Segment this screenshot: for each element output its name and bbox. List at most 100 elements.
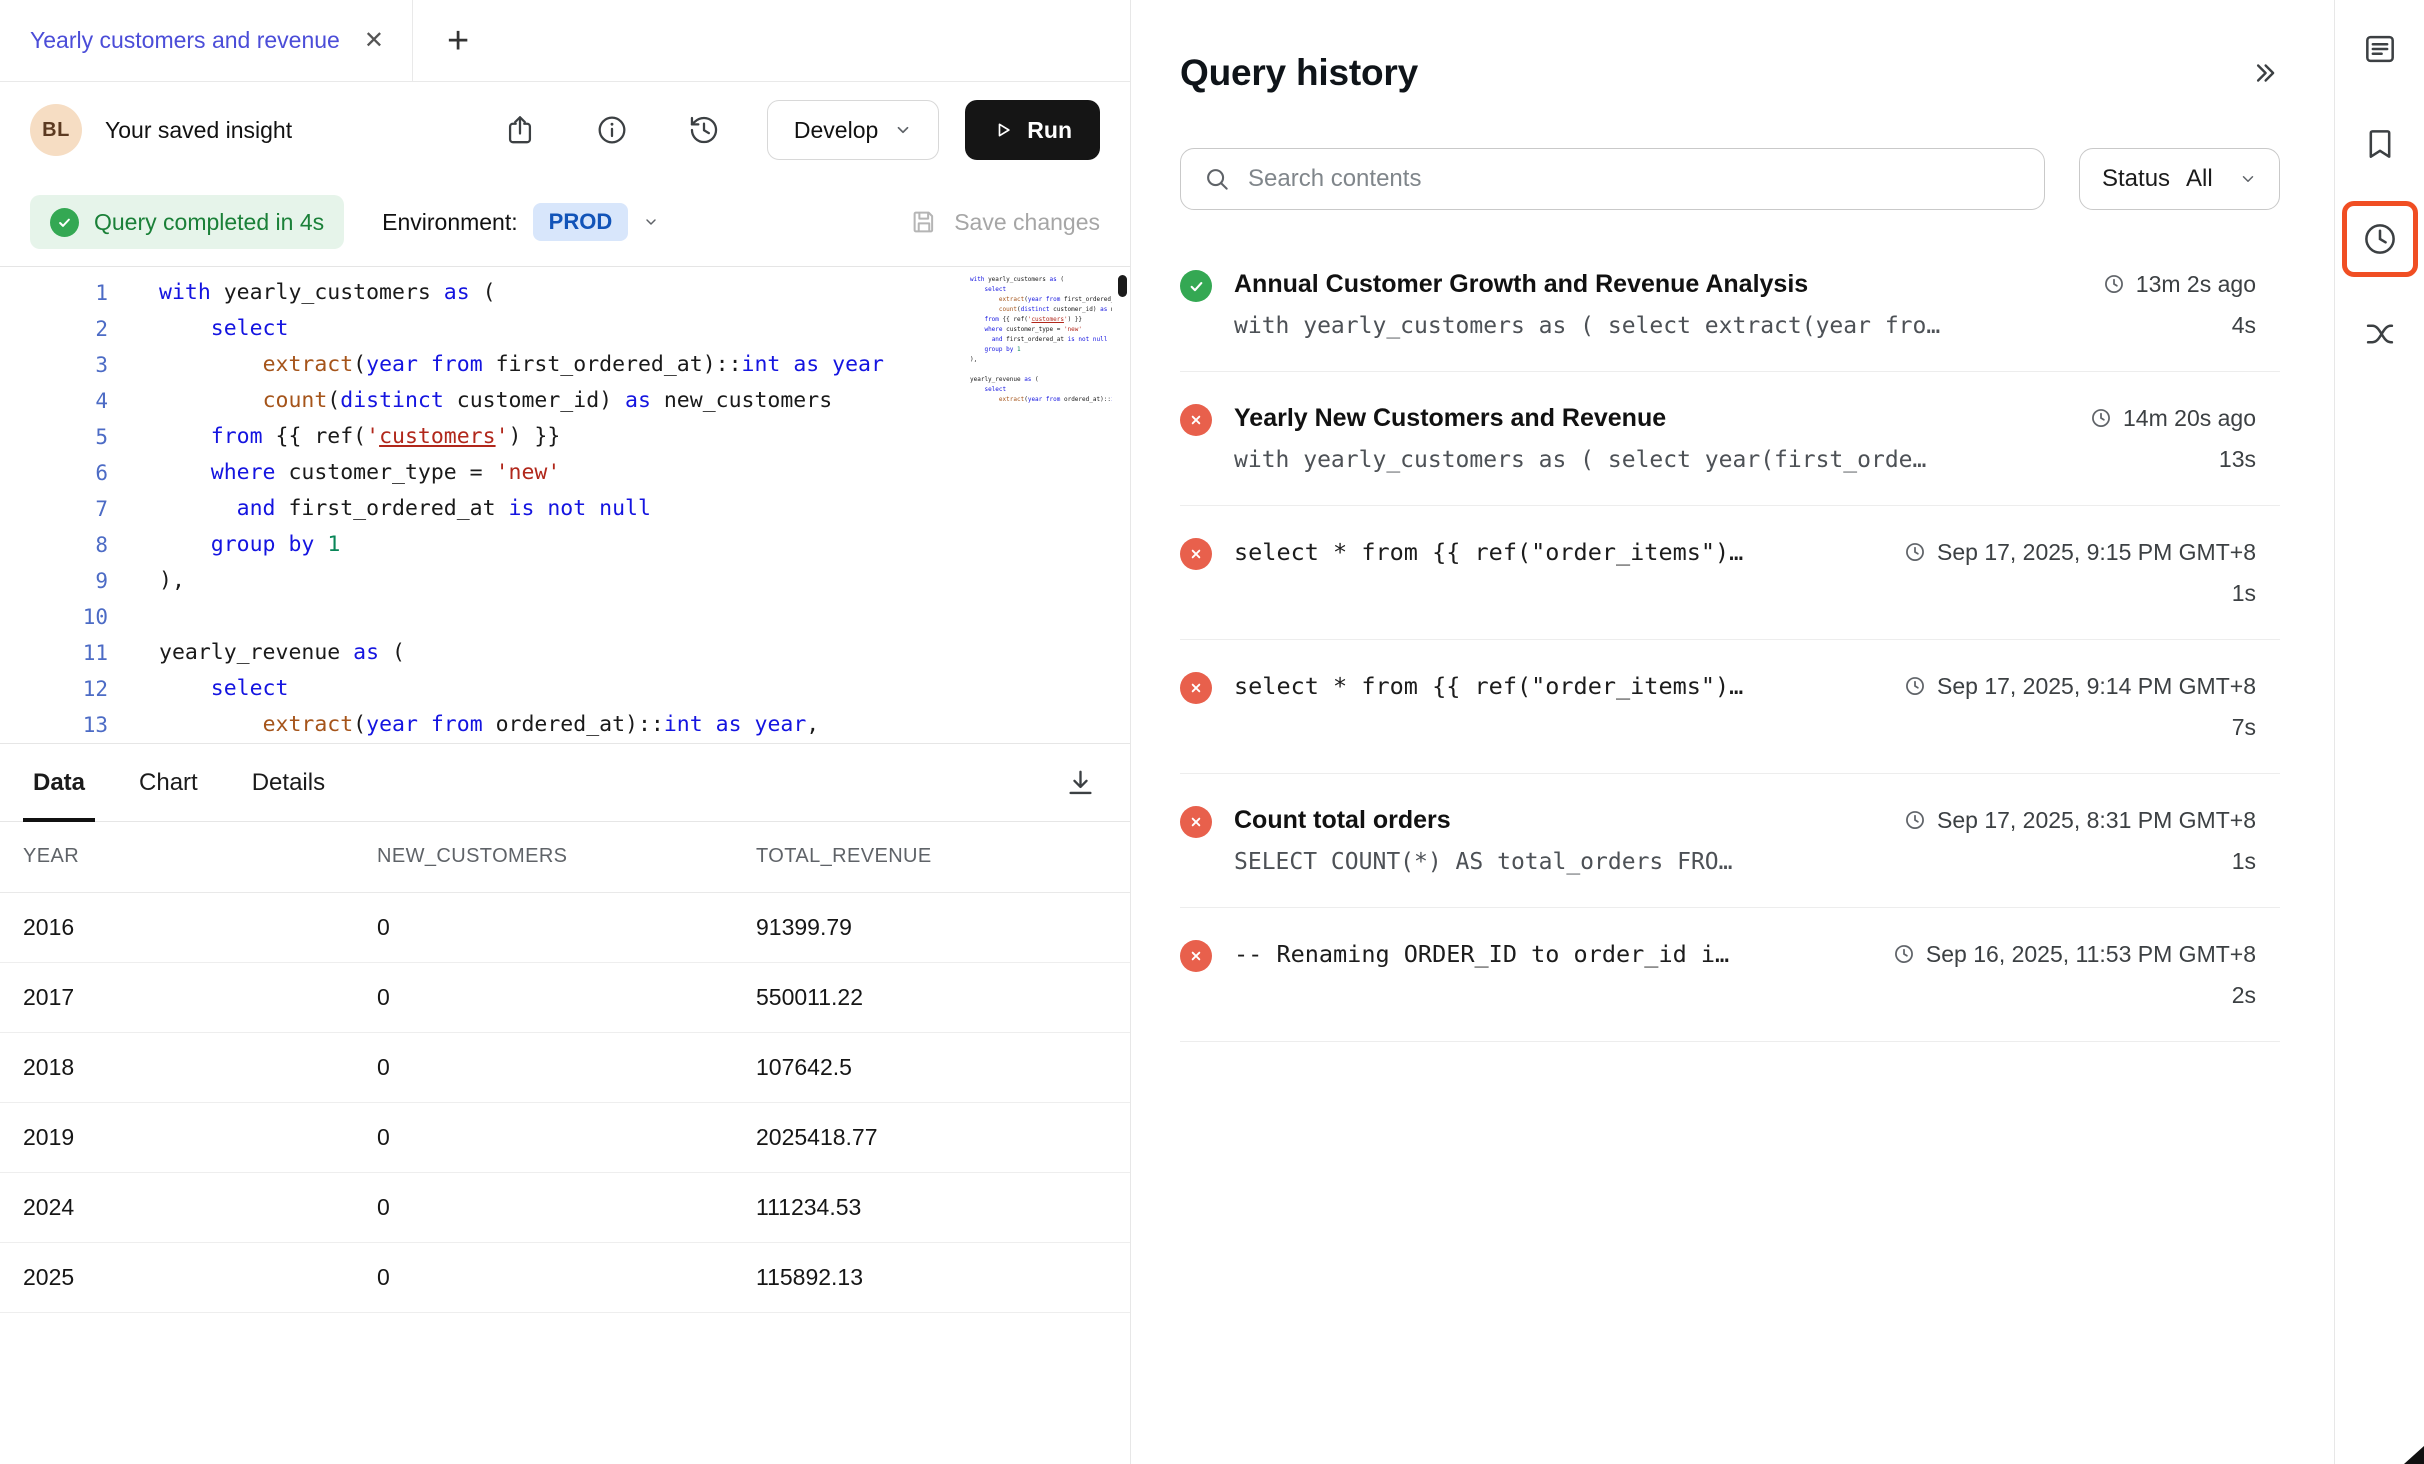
query-duration: 4s: [2103, 310, 2256, 340]
results-tab-bar: Data Chart Details: [0, 743, 1130, 822]
resize-handle[interactable]: [2404, 1446, 2424, 1464]
query-timestamp: 13m 2s ago: [2103, 268, 2256, 300]
table-cell: 0: [377, 1242, 756, 1312]
clock-icon: [2090, 407, 2112, 429]
table-row[interactable]: 2016091399.79: [0, 892, 1130, 962]
download-icon[interactable]: [1064, 766, 1097, 799]
results-table: YEARNEW_CUSTOMERSTOTAL_REVENUE 201609139…: [0, 822, 1130, 1313]
table-row[interactable]: 201902025418.77: [0, 1102, 1130, 1172]
table-cell: 2019: [0, 1102, 377, 1172]
code-line[interactable]: extract(year from ordered_at)::int as ye…: [159, 707, 1130, 743]
code-line[interactable]: [159, 599, 1130, 635]
line-number: 9: [0, 563, 108, 599]
code-line[interactable]: ),: [159, 563, 1130, 599]
line-number: 7: [0, 491, 108, 527]
code-line[interactable]: group by 1: [159, 527, 1130, 563]
code-line[interactable]: from {{ ref('customers') }}: [159, 419, 1130, 455]
table-row[interactable]: 20180107642.5: [0, 1032, 1130, 1102]
editor-scrollbar-thumb[interactable]: [1118, 275, 1127, 297]
clock-icon: [1904, 675, 1926, 697]
history-clock-icon[interactable]: [2361, 220, 2399, 258]
clock-icon: [2103, 273, 2125, 295]
table-cell: 550011.22: [756, 962, 1130, 1032]
table-cell: 0: [377, 1032, 756, 1102]
table-row[interactable]: 20250115892.13: [0, 1242, 1130, 1312]
query-title: select * from {{ ref("order_items")…: [1234, 670, 1868, 702]
share-icon[interactable]: [503, 113, 537, 147]
query-history-item[interactable]: Annual Customer Growth and Revenue Analy…: [1180, 238, 2280, 372]
document-header: BL Your saved insight Develop: [0, 82, 1130, 178]
lineage-icon[interactable]: [2361, 315, 2399, 353]
environment-value-badge: PROD: [533, 203, 629, 241]
query-history-panel: Query history Status All Annual Customer…: [1130, 0, 2334, 1464]
column-header[interactable]: TOTAL_REVENUE: [756, 822, 1130, 892]
query-history-item-main: select * from {{ ref("order_items")…: [1234, 670, 1904, 702]
table-cell: 111234.53: [756, 1172, 1130, 1242]
tab-details[interactable]: Details: [252, 744, 325, 821]
query-history-item[interactable]: select * from {{ ref("order_items")…Sep …: [1180, 506, 2280, 640]
query-meta: 14m 20s ago13s: [2090, 402, 2280, 474]
chevron-down-icon: [894, 121, 912, 139]
query-list-icon[interactable]: [2361, 30, 2399, 68]
code-line[interactable]: and first_ordered_at is not null: [159, 491, 1130, 527]
run-button[interactable]: Run: [965, 100, 1100, 160]
error-status-icon: [1180, 538, 1212, 570]
tab-close-icon[interactable]: ✕: [364, 29, 384, 53]
table-row[interactable]: 20170550011.22: [0, 962, 1130, 1032]
play-icon: [993, 120, 1013, 140]
code-line[interactable]: where customer_type = 'new': [159, 455, 1130, 491]
query-history-item-main: -- Renaming ORDER_ID to order_id i…: [1234, 938, 1893, 970]
version-history-icon[interactable]: [687, 113, 721, 147]
code-line[interactable]: yearly_revenue as (: [159, 635, 1130, 671]
query-meta: Sep 17, 2025, 9:14 PM GMT+87s: [1904, 670, 2280, 742]
query-duration: 1s: [1904, 846, 2256, 876]
status-filter-button[interactable]: Status All: [2079, 148, 2280, 210]
tab-data[interactable]: Data: [33, 744, 85, 821]
line-number: 10: [0, 599, 108, 635]
query-status-badge: Query completed in 4s: [30, 195, 344, 249]
error-status-icon: [1180, 672, 1212, 704]
query-history-item[interactable]: Count total ordersSELECT COUNT(*) AS tot…: [1180, 774, 2280, 908]
query-snippet: with yearly_customers as ( select year(f…: [1234, 445, 2054, 475]
success-status-icon: [1180, 270, 1212, 302]
column-header[interactable]: NEW_CUSTOMERS: [377, 822, 756, 892]
line-number: 11: [0, 635, 108, 671]
query-history-item-main: select * from {{ ref("order_items")…: [1234, 536, 1904, 568]
query-history-item-main: Count total ordersSELECT COUNT(*) AS tot…: [1234, 804, 1904, 877]
query-history-item[interactable]: -- Renaming ORDER_ID to order_id i…Sep 1…: [1180, 908, 2280, 1042]
query-history-item[interactable]: Yearly New Customers and Revenuewith yea…: [1180, 372, 2280, 506]
query-history-item[interactable]: select * from {{ ref("order_items")… Sep …: [1180, 640, 2280, 774]
code-line[interactable]: count(distinct customer_id) as new_custo…: [159, 383, 1130, 419]
column-header[interactable]: YEAR: [0, 822, 377, 892]
info-icon[interactable]: [595, 113, 629, 147]
save-changes-button[interactable]: Save changes: [909, 207, 1100, 237]
table-cell: 107642.5: [756, 1032, 1130, 1102]
table-cell: 115892.13: [756, 1242, 1130, 1312]
error-status-icon: [1180, 806, 1212, 838]
editor-code[interactable]: with yearly_customers as ( select extrac…: [159, 275, 1130, 743]
query-meta: Sep 16, 2025, 11:53 PM GMT+82s: [1893, 938, 2280, 1010]
line-number: 8: [0, 527, 108, 563]
search-box[interactable]: [1180, 148, 2045, 210]
sql-editor[interactable]: 12345678910111213 with yearly_customers …: [0, 266, 1130, 743]
table-row[interactable]: 20240111234.53: [0, 1172, 1130, 1242]
develop-button-label: Develop: [794, 117, 878, 144]
collapse-panel-icon[interactable]: [2250, 58, 2280, 88]
code-line[interactable]: with yearly_customers as (: [159, 275, 1130, 311]
table-cell: 91399.79: [756, 892, 1130, 962]
search-input[interactable]: [1248, 165, 2022, 193]
bookmark-icon[interactable]: [2361, 125, 2399, 163]
code-line[interactable]: extract(year from first_ordered_at)::int…: [159, 347, 1130, 383]
query-history-list: Annual Customer Growth and Revenue Analy…: [1180, 238, 2280, 1042]
environment-selector[interactable]: Environment: PROD: [382, 203, 659, 241]
tab-chart[interactable]: Chart: [139, 744, 198, 821]
develop-button[interactable]: Develop: [767, 100, 939, 160]
table-body: 2016091399.7920170550011.2220180107642.5…: [0, 892, 1130, 1312]
right-sidebar: [2334, 0, 2424, 1464]
code-line[interactable]: select: [159, 671, 1130, 707]
new-tab-button[interactable]: +: [447, 22, 469, 60]
line-number: 5: [0, 419, 108, 455]
query-duration: 7s: [1904, 712, 2256, 742]
tab-yearly-customers-and-revenue[interactable]: Yearly customers and revenue ✕: [0, 0, 413, 81]
code-line[interactable]: select: [159, 311, 1130, 347]
